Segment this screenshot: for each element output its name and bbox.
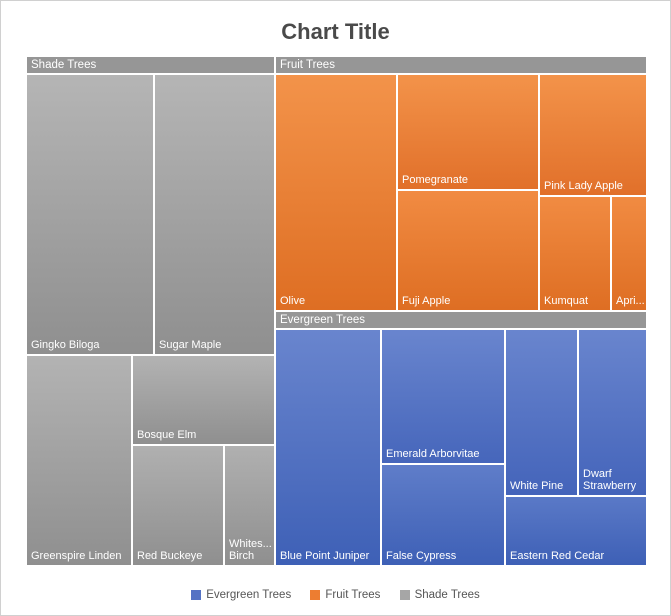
- cell-blue-juniper: Blue Point Juniper: [275, 329, 381, 566]
- legend: Evergreen Trees Fruit Trees Shade Trees: [1, 589, 670, 603]
- cell-whitespire-birch: Whites... Birch: [224, 445, 275, 566]
- legend-label-fruit: Fruit Trees: [325, 589, 380, 601]
- chart-frame: Chart Title Shade Trees Gingko Biloga Su…: [0, 0, 671, 616]
- legend-item-shade: Shade Trees: [400, 589, 480, 601]
- legend-item-evergreen: Evergreen Trees: [191, 589, 291, 601]
- cell-gingko: Gingko Biloga: [26, 74, 154, 355]
- treemap-plot: Shade Trees Gingko Biloga Sugar Maple Gr…: [26, 56, 647, 566]
- legend-label-evergreen: Evergreen Trees: [206, 589, 291, 601]
- legend-swatch-fruit: [310, 590, 320, 600]
- cell-olive: Olive: [275, 74, 397, 311]
- cell-pink-lady: Pink Lady Apple: [539, 74, 647, 196]
- cell-fuji-apple: Fuji Apple: [397, 190, 539, 311]
- cell-white-pine: White Pine: [505, 329, 578, 496]
- legend-swatch-evergreen: [191, 590, 201, 600]
- cell-eastern-red-cedar: Eastern Red Cedar: [505, 496, 647, 566]
- cell-pomegranate: Pomegranate: [397, 74, 539, 190]
- legend-item-fruit: Fruit Trees: [310, 589, 380, 601]
- cell-dwarf-strawberry: Dwarf Strawberry: [578, 329, 647, 496]
- group-header-evergreen: Evergreen Trees: [275, 311, 647, 329]
- cell-red-buckeye: Red Buckeye: [132, 445, 224, 566]
- cell-apricot: Apri...: [611, 196, 647, 311]
- cell-false-cypress: False Cypress: [381, 464, 505, 566]
- chart-title: Chart Title: [1, 19, 670, 45]
- legend-swatch-shade: [400, 590, 410, 600]
- cell-bosque-elm: Bosque Elm: [132, 355, 275, 445]
- cell-emerald: Emerald Arborvitae: [381, 329, 505, 464]
- cell-sugar-maple: Sugar Maple: [154, 74, 275, 355]
- cell-kumquat: Kumquat: [539, 196, 611, 311]
- cell-greenspire: Greenspire Linden: [26, 355, 132, 566]
- group-header-fruit: Fruit Trees: [275, 56, 647, 74]
- legend-label-shade: Shade Trees: [415, 589, 480, 601]
- group-header-shade: Shade Trees: [26, 56, 275, 74]
